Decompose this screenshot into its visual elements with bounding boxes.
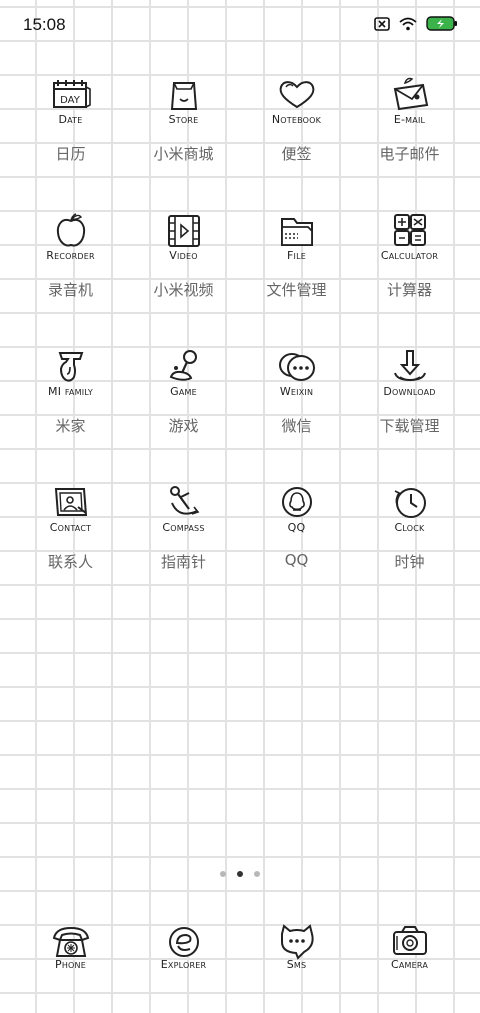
app-video[interactable]: Video 小米视频 <box>127 211 240 316</box>
page-indicator[interactable] <box>0 871 480 877</box>
app-label-zh: 小米视频 <box>153 281 214 299</box>
app-label-en: QQ <box>287 521 306 534</box>
app-label-zh: 米家 <box>55 417 86 435</box>
clock-icon <box>387 483 433 523</box>
heart-icon <box>274 75 320 115</box>
app-label-zh: 联系人 <box>47 553 93 571</box>
calendar-day-text: DAY <box>60 95 81 106</box>
app-game[interactable]: Game 游戏 <box>127 347 240 452</box>
app-contact[interactable]: Contact 联系人 <box>14 483 127 588</box>
app-label-zh: 文件管理 <box>266 281 327 299</box>
app-label-zh: 指南针 <box>160 553 206 571</box>
app-label-en: Notebook <box>271 113 322 126</box>
app-store[interactable]: Store 小米商城 <box>127 75 240 180</box>
dock-app-phone[interactable]: Phone <box>14 918 127 988</box>
chat-bubbles-icon <box>274 347 320 387</box>
page-dot[interactable] <box>254 871 260 877</box>
dock-label-en: Sms <box>286 958 307 971</box>
app-label-zh: 录音机 <box>47 281 93 299</box>
app-label-en: Contact <box>49 521 92 534</box>
download-arrow-icon <box>387 347 433 387</box>
app-label-zh: 日历 <box>55 145 86 163</box>
browser-e-icon <box>161 922 207 962</box>
message-cat-icon <box>274 922 320 962</box>
app-row-3: MI family 米家 Game 游戏 Weixin 微信 Download … <box>0 347 480 457</box>
app-label-zh: 电子邮件 <box>379 145 440 163</box>
app-label-en: Compass <box>162 521 205 534</box>
status-bar: 15:08 <box>0 0 480 52</box>
app-label-en: MI family <box>48 385 93 398</box>
app-label-en: Clock <box>394 521 425 534</box>
app-download[interactable]: Download 下载管理 <box>353 347 466 452</box>
app-label-en: Download <box>383 385 436 398</box>
app-label-zh: 便签 <box>281 145 312 163</box>
dock-app-camera[interactable]: Camera <box>353 918 466 988</box>
apple-icon <box>48 211 94 251</box>
app-label-zh: 游戏 <box>168 417 199 435</box>
envelope-icon <box>387 75 433 115</box>
app-clock[interactable]: Clock 时钟 <box>353 483 466 588</box>
app-row-4: Contact 联系人 Compass 指南针 QQ QQ Clock 时钟 <box>0 483 480 593</box>
no-sim-icon <box>374 16 390 31</box>
joystick-icon <box>161 347 207 387</box>
status-time: 15:08 <box>23 15 66 34</box>
app-label-zh: 微信 <box>281 417 312 435</box>
app-email[interactable]: E-mail 电子邮件 <box>353 75 466 180</box>
app-row-2: Recorder 录音机 Video 小米视频 File 文件管理 Calcul… <box>0 211 480 321</box>
app-row-1: DAY Date 日历 Store 小米商城 Notebook 便签 E-mai… <box>0 75 480 185</box>
folder-icon <box>274 211 320 251</box>
app-label-zh: 计算器 <box>386 281 432 299</box>
calendar-icon: DAY <box>48 75 94 115</box>
app-mi-family[interactable]: MI family 米家 <box>14 347 127 452</box>
app-label-zh: 小米商城 <box>153 145 214 163</box>
app-qq[interactable]: QQ QQ <box>240 483 353 588</box>
qq-penguin-icon <box>274 483 320 523</box>
film-play-icon <box>161 211 207 251</box>
app-label-en: Calculator <box>380 249 439 262</box>
app-label-en: Recorder <box>46 249 95 262</box>
app-label-en: Weixin <box>279 385 314 398</box>
telephone-icon <box>48 922 94 962</box>
app-label-zh: QQ <box>284 551 309 569</box>
app-notebook[interactable]: Notebook 便签 <box>240 75 353 180</box>
page-dot[interactable] <box>220 871 226 877</box>
camera-icon <box>387 922 433 962</box>
status-icons <box>374 16 458 31</box>
dock-label-en: Camera <box>390 958 429 971</box>
app-recorder[interactable]: Recorder 录音机 <box>14 211 127 316</box>
app-date[interactable]: DAY Date 日历 <box>14 75 127 180</box>
app-label-en: Game <box>170 385 197 398</box>
app-label-en: E-mail <box>393 113 426 126</box>
dock-app-sms[interactable]: Sms <box>240 918 353 988</box>
app-file[interactable]: File 文件管理 <box>240 211 353 316</box>
page-dot-active[interactable] <box>237 871 243 877</box>
mi-home-icon <box>48 347 94 387</box>
dock: Phone Explorer Sms Camera <box>0 918 480 988</box>
dock-app-explorer[interactable]: Explorer <box>127 918 240 988</box>
contact-card-icon <box>48 483 94 523</box>
dock-label-en: Phone <box>55 958 86 971</box>
calculator-icon <box>387 211 433 251</box>
app-weixin[interactable]: Weixin 微信 <box>240 347 353 452</box>
app-label-en: Date <box>58 113 83 126</box>
app-label-en: File <box>287 249 306 262</box>
battery-icon <box>426 16 458 31</box>
app-calculator[interactable]: Calculator 计算器 <box>353 211 466 316</box>
wifi-icon <box>399 17 417 31</box>
app-label-zh: 时钟 <box>394 553 425 571</box>
dock-label-en: Explorer <box>160 958 207 971</box>
app-label-en: Video <box>169 249 198 262</box>
app-label-en: Store <box>168 113 199 126</box>
app-label-zh: 下载管理 <box>379 417 440 435</box>
anchor-icon <box>161 483 207 523</box>
shopping-bag-icon <box>161 75 207 115</box>
app-compass[interactable]: Compass 指南针 <box>127 483 240 588</box>
